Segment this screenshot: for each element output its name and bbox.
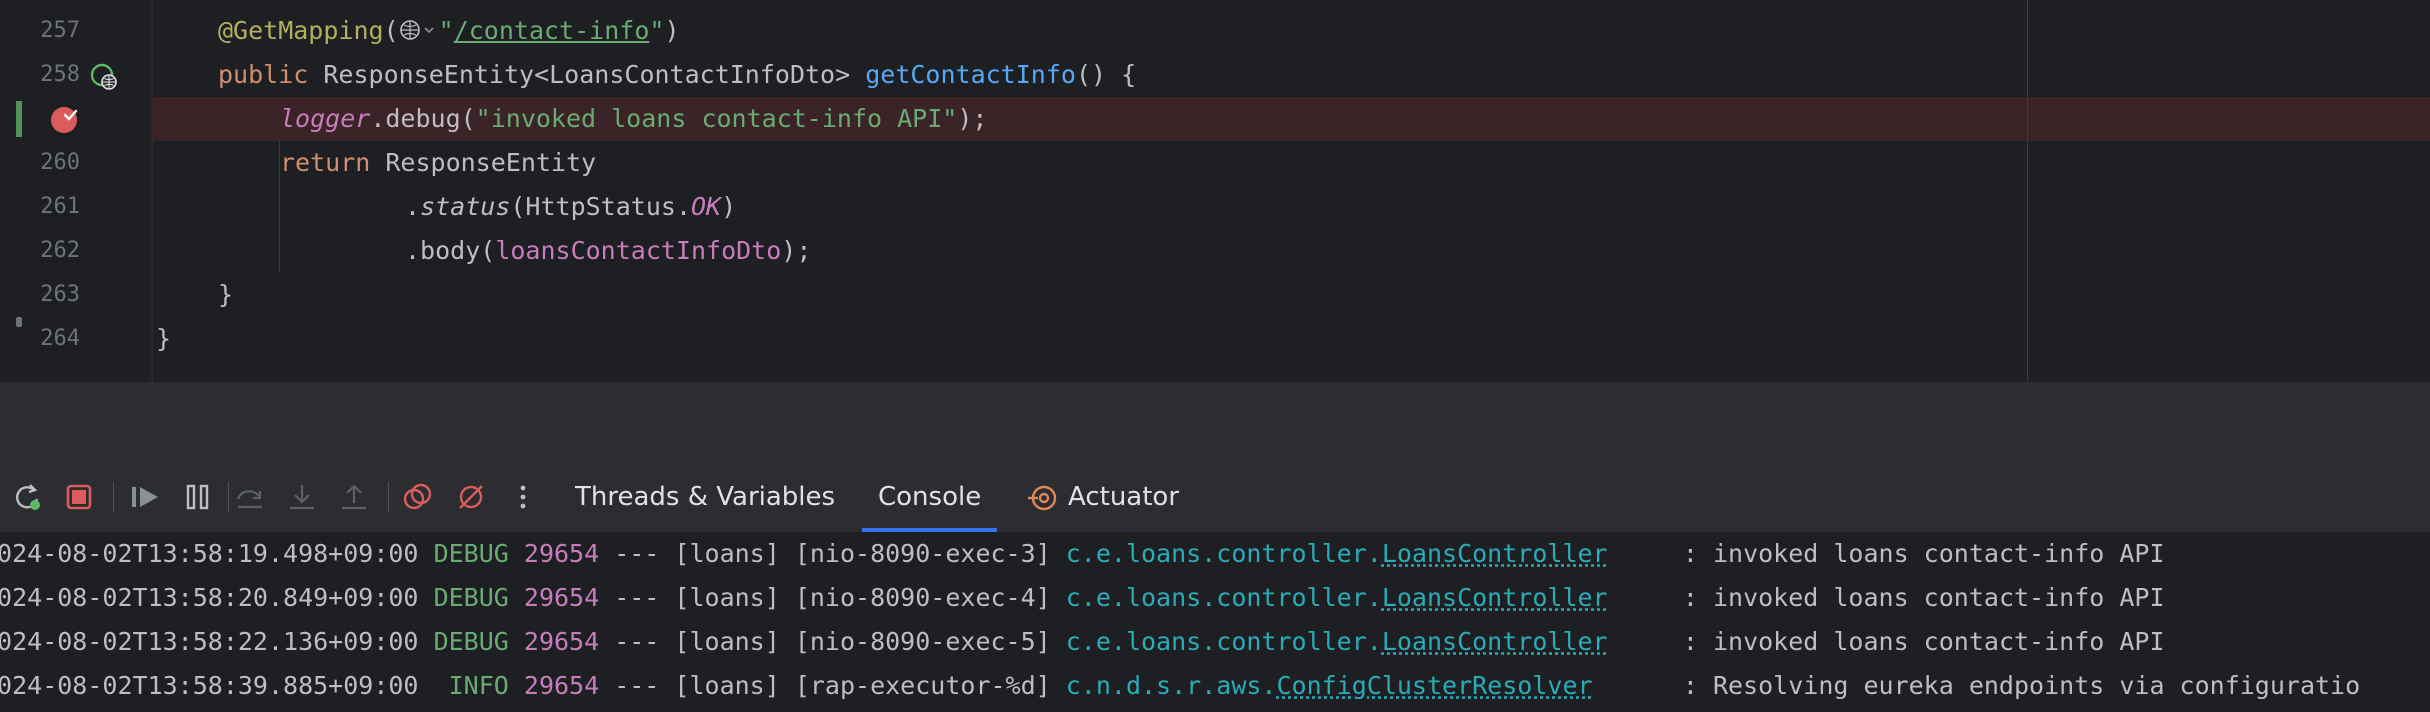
console-output[interactable]: 2024-08-02T13:58:19.498+09:00 DEBUG 2965… bbox=[0, 532, 2430, 712]
line-number: 262 bbox=[40, 238, 80, 263]
line-number: 260 bbox=[40, 150, 80, 175]
stop-icon[interactable] bbox=[61, 479, 97, 515]
step-out-icon[interactable] bbox=[336, 479, 372, 515]
logger-link[interactable]: LoansController bbox=[1382, 627, 1608, 656]
tab-threads-variables[interactable]: Threads & Variables bbox=[575, 462, 835, 532]
code-line-262: .body(loansContactInfoDto); bbox=[405, 236, 812, 265]
debug-toolbar: Threads & Variables Console Actuator bbox=[0, 462, 2430, 533]
code-line-263: } bbox=[218, 280, 234, 309]
mute-breakpoints-icon[interactable] bbox=[453, 479, 489, 515]
globe-icon[interactable] bbox=[399, 13, 439, 40]
logger-link[interactable]: LoansController bbox=[1382, 583, 1608, 612]
toolbar-separator bbox=[113, 482, 114, 512]
code-editor[interactable]: 257 258 260 261 262 263 264 @GetMapping(… bbox=[0, 0, 2430, 382]
code-line-261: .status(HttpStatus.OK) bbox=[405, 192, 737, 221]
toolbar-separator bbox=[388, 482, 389, 512]
actuator-icon bbox=[1026, 482, 1058, 514]
tab-console[interactable]: Console bbox=[862, 462, 998, 532]
line-number: 263 bbox=[40, 282, 80, 307]
code-area[interactable]: @GetMapping("/contact-info") public Resp… bbox=[152, 0, 2430, 382]
log-line: 2024-08-02T13:58:20.849+09:00 DEBUG 2965… bbox=[0, 583, 2165, 612]
line-number: 264 bbox=[40, 326, 80, 351]
toolbar-separator bbox=[228, 482, 229, 512]
tab-actuator[interactable]: Actuator bbox=[1068, 462, 1179, 532]
line-number: 258 bbox=[40, 62, 80, 87]
step-over-icon[interactable] bbox=[232, 479, 268, 515]
logger-link[interactable]: LoansController bbox=[1382, 539, 1608, 568]
pause-icon[interactable] bbox=[180, 479, 216, 515]
breakpoint-line: logger.debug("invoked loans contact-info… bbox=[152, 97, 2430, 141]
rerun-icon[interactable] bbox=[10, 479, 46, 515]
code-line-260: return ResponseEntity bbox=[280, 148, 597, 177]
editor-gutter: 257 258 260 261 262 263 264 bbox=[0, 0, 151, 382]
line-number: 261 bbox=[40, 194, 80, 219]
code-line-258: public ResponseEntity<LoansContactInfoDt… bbox=[218, 60, 1137, 89]
fold-marker[interactable] bbox=[16, 317, 22, 327]
panel-splitter[interactable] bbox=[0, 382, 2430, 462]
resume-icon[interactable] bbox=[128, 479, 164, 515]
code-line-264: } bbox=[156, 324, 172, 353]
code-line-257: @GetMapping("/contact-info") bbox=[218, 9, 680, 53]
step-into-icon[interactable] bbox=[284, 479, 320, 515]
code-line-259: logger.debug("invoked loans contact-info… bbox=[280, 104, 988, 133]
more-icon[interactable] bbox=[505, 479, 541, 515]
log-line: 2024-08-02T13:58:22.136+09:00 DEBUG 2965… bbox=[0, 627, 2165, 656]
endpoint-path-link[interactable]: /contact-info bbox=[454, 16, 650, 45]
logger-link[interactable]: ConfigClusterResolver bbox=[1276, 671, 1592, 700]
line-number: 257 bbox=[40, 18, 80, 43]
log-line: 2024-08-02T13:58:39.885+09:00 INFO 29654… bbox=[0, 671, 2361, 700]
right-margin-guide bbox=[2027, 0, 2028, 382]
breakpoint-icon[interactable] bbox=[50, 105, 78, 133]
view-breakpoints-icon[interactable] bbox=[400, 479, 436, 515]
log-line: 2024-08-02T13:58:19.498+09:00 DEBUG 2965… bbox=[0, 539, 2165, 568]
endpoint-run-icon[interactable] bbox=[90, 63, 117, 90]
change-marker bbox=[16, 101, 22, 137]
